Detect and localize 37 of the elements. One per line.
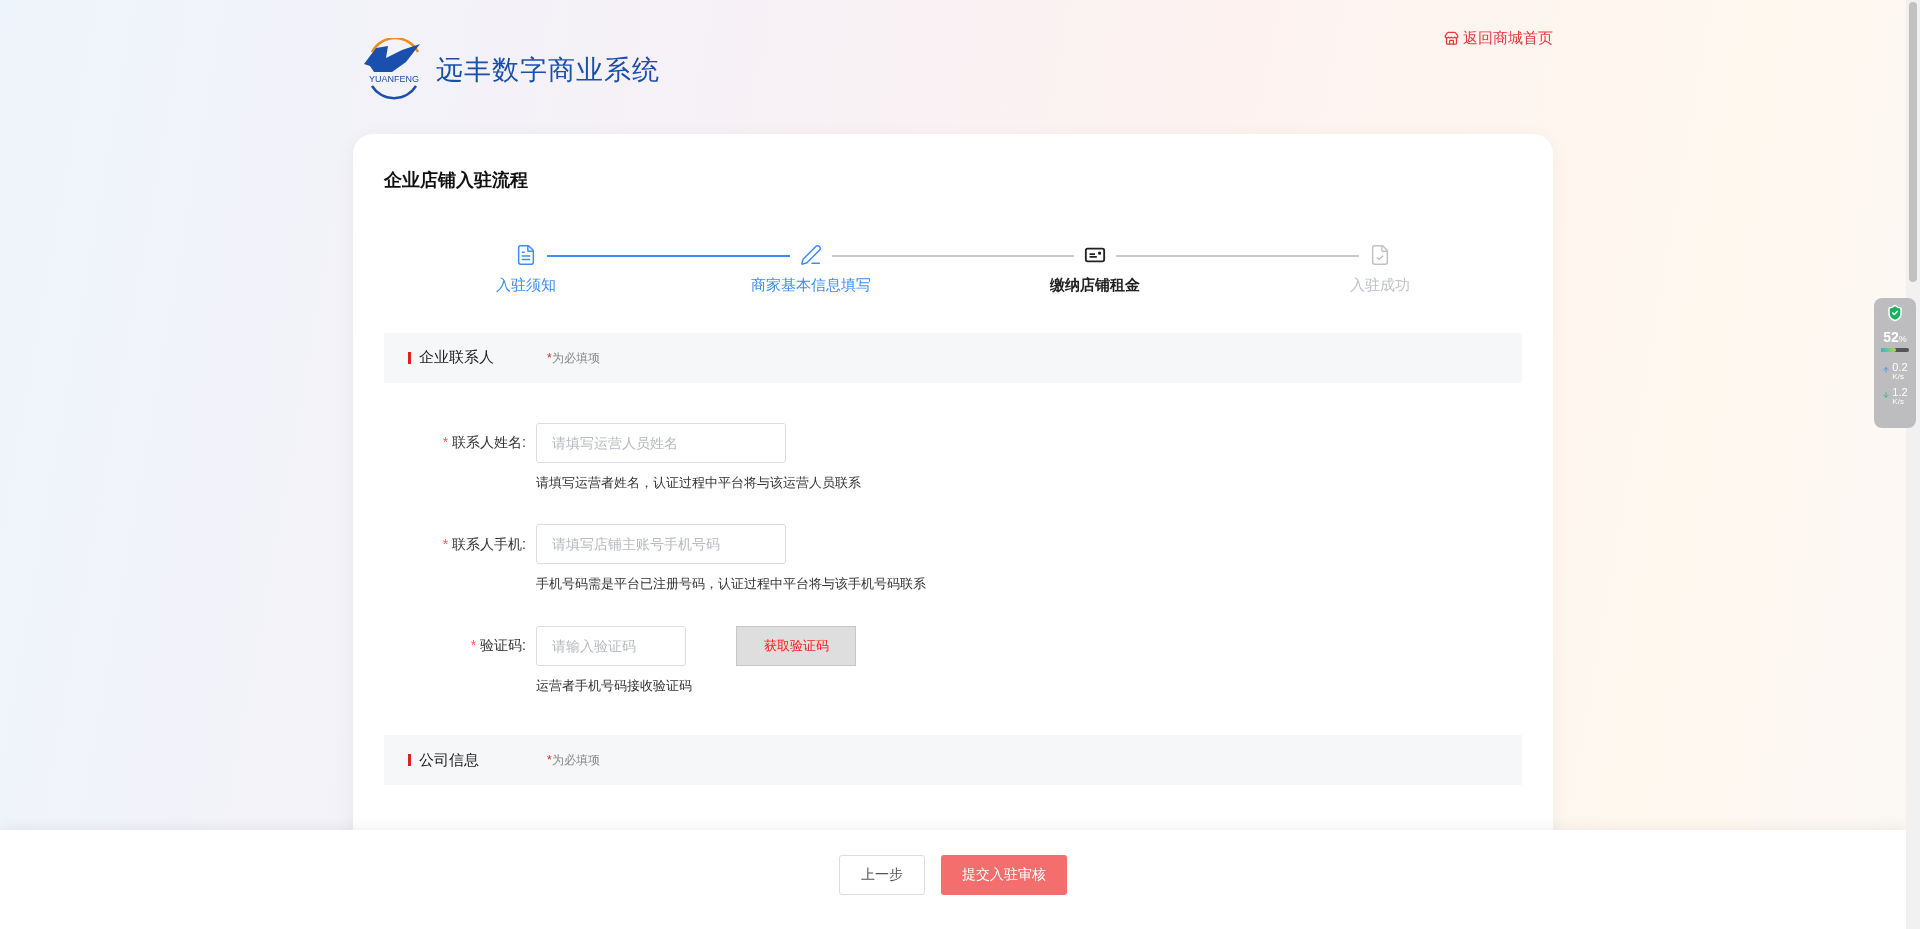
upload-icon — [1882, 366, 1891, 374]
download-icon — [1882, 391, 1891, 399]
input-field[interactable]: 请填写店铺主账号手机号码 — [536, 524, 786, 564]
field-hint: 请填写运营者姓名，认证过程中平台将与该运营人员联系 — [536, 473, 862, 492]
step-label: 商家基本信息填写 — [750, 275, 871, 295]
section-marker — [408, 351, 411, 364]
input-field[interactable]: 请填写运营人员姓名 — [536, 422, 786, 463]
logo-badge-text: YUANFENG — [369, 74, 419, 84]
step-label: 缴纳店铺租金 — [1050, 275, 1141, 295]
field-label: * 联系人姓名: — [441, 433, 527, 452]
required-note: *为必填项 — [547, 349, 600, 367]
store-icon — [1444, 30, 1459, 46]
speed-unit: K/s — [1892, 373, 1905, 381]
get-code-button[interactable]: 获取验证码 — [736, 625, 856, 666]
field-label: * 验证码: — [469, 636, 527, 655]
speed-unit: K/s — [1892, 398, 1905, 406]
back-button[interactable]: 上一步 — [839, 854, 925, 895]
upload-speed: 0.2 — [1892, 362, 1908, 373]
pen-icon — [799, 244, 822, 266]
field-label: * 联系人手机: — [441, 534, 527, 554]
step-label: 入驻须知 — [496, 275, 557, 295]
cpu-percent: 52% — [1883, 330, 1907, 344]
section-marker — [408, 754, 411, 766]
logo-icon — [364, 38, 420, 100]
download-speed: 1.2 — [1892, 387, 1908, 398]
field-hint: 手机号码需是平台已注册号码，认证过程中平台将与该手机号码联系 — [536, 575, 927, 593]
logo-text: 远丰数字商业系统 — [436, 53, 660, 87]
card-title: 企业店铺入驻流程 — [384, 169, 529, 192]
submit-button[interactable]: 提交入驻审核 — [941, 854, 1067, 895]
shield-check-icon — [1886, 304, 1904, 322]
section-title: 企业联系人 — [419, 347, 495, 368]
input-field[interactable]: 请输入验证码 — [536, 625, 686, 666]
home-link[interactable]: 返回商城首页 — [1444, 28, 1553, 48]
required-note: *为必填项 — [547, 752, 600, 769]
section-title: 公司信息 — [419, 749, 480, 770]
field-hint: 运营者手机号码接收验证码 — [536, 676, 693, 695]
step-label: 入驻成功 — [1349, 275, 1410, 295]
